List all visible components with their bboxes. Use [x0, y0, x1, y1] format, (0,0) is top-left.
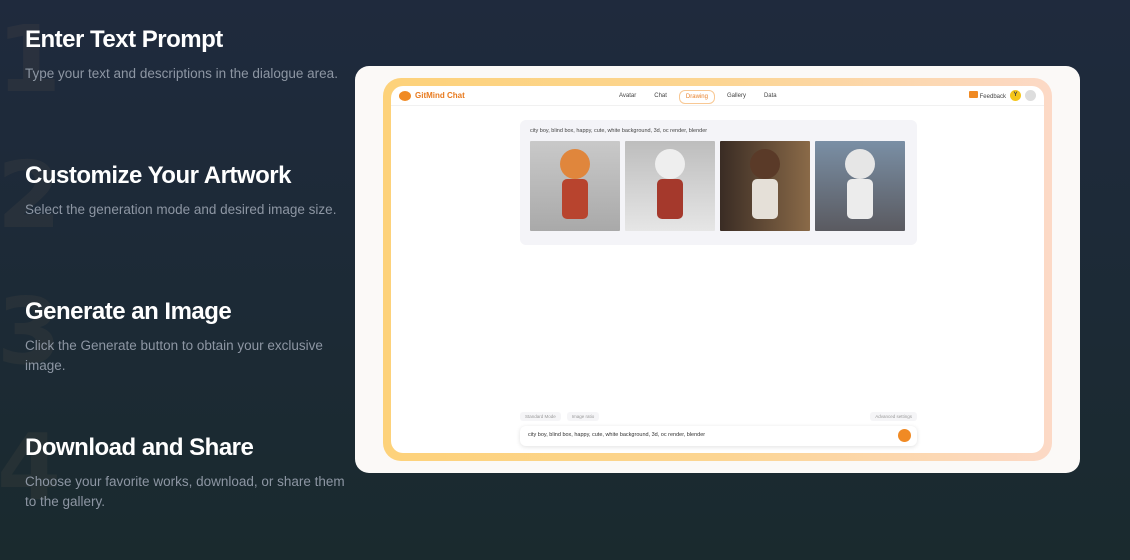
vip-avatar[interactable]: Y	[1010, 90, 1021, 101]
header-actions: Feedback Y	[968, 90, 1036, 101]
step-desc: Click the Generate button to obtain your…	[25, 338, 323, 373]
app-header: GitMind Chat Avatar Chat Drawing Gallery…	[391, 86, 1044, 106]
prompt-input[interactable]: city boy, blind box, happy, cute, white …	[520, 426, 917, 446]
step-desc: Type your text and descriptions in the d…	[25, 66, 338, 81]
step-title: Download and Share	[25, 434, 254, 461]
feedback-button[interactable]: Feedback	[968, 91, 1006, 100]
nav-drawing[interactable]: Drawing	[678, 90, 715, 104]
generated-image[interactable]	[625, 141, 715, 231]
generation-controls: Standard Mode Image ratio Advanced setti…	[520, 412, 917, 421]
ratio-select[interactable]: Image ratio	[566, 412, 600, 421]
mode-select[interactable]: Standard Mode	[520, 412, 561, 421]
app-screenshot-card: GitMind Chat Avatar Chat Drawing Gallery…	[355, 66, 1080, 473]
step-1: 1 Enter Text Prompt Type your text and des…	[0, 6, 345, 113]
feedback-label: Feedback	[979, 94, 1006, 100]
advanced-settings-button[interactable]: Advanced settings	[870, 412, 917, 421]
step-2: 2 Customize Your Artwork Select the genera…	[0, 142, 345, 249]
nav-chat[interactable]: Chat	[648, 90, 673, 104]
generated-image[interactable]	[815, 141, 905, 231]
prompt-text: city boy, blind box, happy, cute, white …	[530, 128, 708, 134]
step-desc: Select the generation mode and desired i…	[25, 202, 337, 217]
step-number: 2	[0, 142, 62, 249]
gradient-frame: GitMind Chat Avatar Chat Drawing Gallery…	[383, 78, 1052, 461]
nav-data[interactable]: Data	[758, 90, 783, 104]
send-icon[interactable]	[898, 429, 911, 442]
step-title: Generate an Image	[25, 298, 232, 325]
nav-gallery[interactable]: Gallery	[721, 90, 752, 104]
main-nav: Avatar Chat Drawing Gallery Data	[613, 90, 783, 104]
brand-name: GitMind Chat	[415, 91, 465, 100]
step-title: Enter Text Prompt	[25, 26, 223, 53]
brand[interactable]: GitMind Chat	[399, 90, 465, 101]
feedback-icon	[968, 91, 978, 98]
logo-icon	[399, 90, 411, 101]
step-3: 3 Generate an Image Click the Generate but…	[0, 278, 345, 385]
step-number: 1	[0, 6, 62, 113]
step-4: 4 Download and Share Choose your favorite …	[0, 414, 345, 521]
step-title: Customize Your Artwork	[25, 162, 291, 189]
generated-image[interactable]	[530, 141, 620, 231]
generation-result: city boy, blind box, happy, cute, white …	[520, 120, 917, 245]
user-avatar[interactable]	[1025, 90, 1036, 101]
app-window: GitMind Chat Avatar Chat Drawing Gallery…	[391, 86, 1044, 453]
prompt-input-value: city boy, blind box, happy, cute, white …	[528, 432, 706, 438]
nav-avatar[interactable]: Avatar	[613, 90, 642, 104]
step-desc: Choose your favorite works, download, or…	[25, 474, 345, 509]
generated-image[interactable]	[720, 141, 810, 231]
